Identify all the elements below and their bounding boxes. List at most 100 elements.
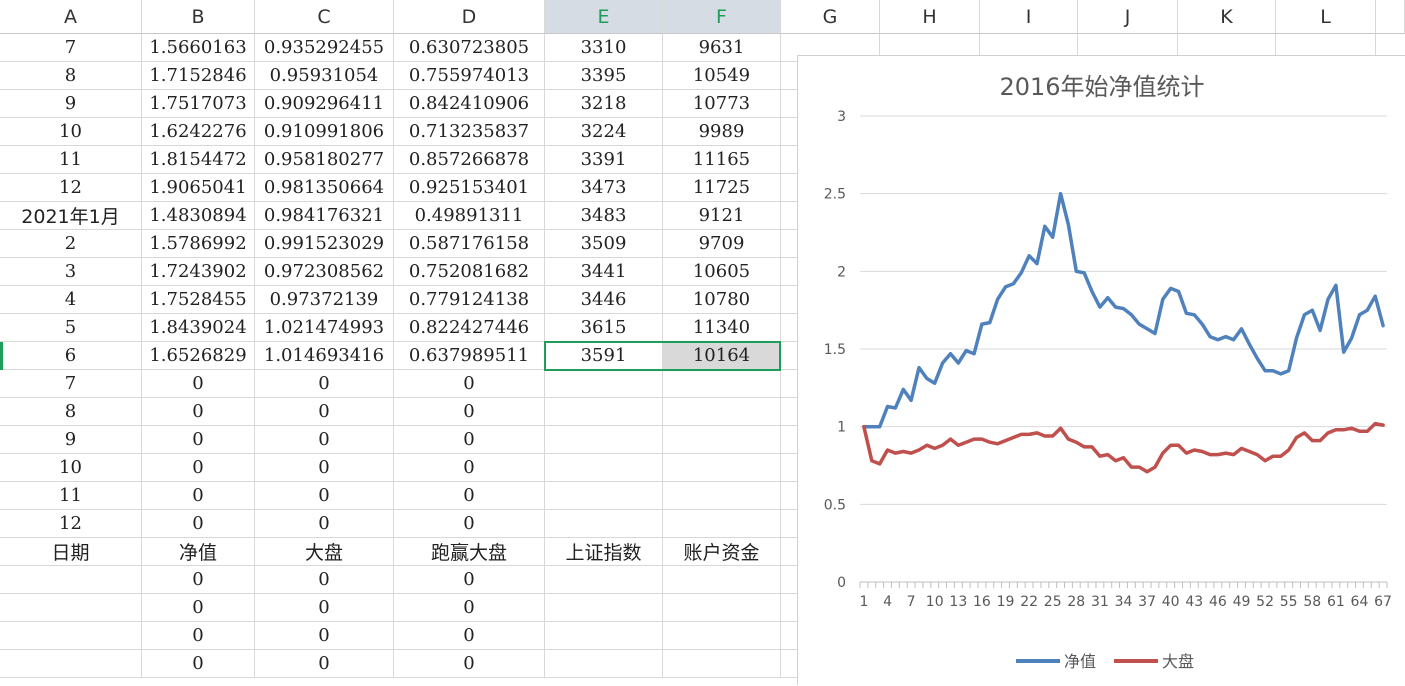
cell-f-21[interactable] [663,594,781,622]
cell-d-22[interactable]: 0 [394,622,545,650]
cell-b-10[interactable]: 1.7528455 [142,286,255,314]
column-header-k[interactable]: K [1178,0,1276,34]
cell-a-19[interactable]: 日期 [0,538,142,566]
cell-a-18[interactable]: 12 [0,510,142,538]
cell-b-2[interactable]: 1.7152846 [142,62,255,90]
cell-f-7[interactable]: 9121 [663,202,781,230]
cell-c-13[interactable]: 0 [255,370,394,398]
cell-c-3[interactable]: 0.909296411 [255,90,394,118]
cell-d-1[interactable]: 0.630723805 [394,34,545,62]
cell-f-18[interactable] [663,510,781,538]
cell-e-19[interactable]: 上证指数 [545,538,663,566]
cell-a-5[interactable]: 11 [0,146,142,174]
cell-f-3[interactable]: 10773 [663,90,781,118]
cell-b-6[interactable]: 1.9065041 [142,174,255,202]
cell-d-11[interactable]: 0.822427446 [394,314,545,342]
cell-c-9[interactable]: 0.972308562 [255,258,394,286]
cell-e-21[interactable] [545,594,663,622]
cell-a-4[interactable]: 10 [0,118,142,146]
cell-f-16[interactable] [663,454,781,482]
cell-a-15[interactable]: 9 [0,426,142,454]
cell-c-14[interactable]: 0 [255,398,394,426]
column-header-a[interactable]: A [0,0,142,34]
cell-d-14[interactable]: 0 [394,398,545,426]
cell-d-21[interactable]: 0 [394,594,545,622]
cell-f-15[interactable] [663,426,781,454]
cell-b-12[interactable]: 1.6526829 [142,342,255,370]
cell-b-14[interactable]: 0 [142,398,255,426]
cell-e-14[interactable] [545,398,663,426]
cell-a-8[interactable]: 2 [0,230,142,258]
cell-c-10[interactable]: 0.97372139 [255,286,394,314]
column-header-j[interactable]: J [1078,0,1178,34]
cell-e-10[interactable]: 3446 [545,286,663,314]
cell-f-5[interactable]: 11165 [663,146,781,174]
column-header-b[interactable]: B [142,0,255,34]
cell-c-5[interactable]: 0.958180277 [255,146,394,174]
cell-c-21[interactable]: 0 [255,594,394,622]
cell-a-9[interactable]: 3 [0,258,142,286]
cell-f-19[interactable]: 账户资金 [663,538,781,566]
cell-d-19[interactable]: 跑赢大盘 [394,538,545,566]
cell-c-1[interactable]: 0.935292455 [255,34,394,62]
cell-c-18[interactable]: 0 [255,510,394,538]
cell-a-13[interactable]: 7 [0,370,142,398]
cell-f-4[interactable]: 9989 [663,118,781,146]
cell-f-8[interactable]: 9709 [663,230,781,258]
cell-e-9[interactable]: 3441 [545,258,663,286]
cell-b-11[interactable]: 1.8439024 [142,314,255,342]
cell-b-17[interactable]: 0 [142,482,255,510]
cell-c-23[interactable]: 0 [255,650,394,678]
cell-b-5[interactable]: 1.8154472 [142,146,255,174]
cell-b-19[interactable]: 净值 [142,538,255,566]
cell-a-20[interactable] [0,566,142,594]
cell-e-1[interactable]: 3310 [545,34,663,62]
cell-b-13[interactable]: 0 [142,370,255,398]
column-header-i[interactable]: I [980,0,1078,34]
cell-a-22[interactable] [0,622,142,650]
cell-d-9[interactable]: 0.752081682 [394,258,545,286]
column-header-f[interactable]: F [663,0,781,34]
cell-a-3[interactable]: 9 [0,90,142,118]
cell-c-11[interactable]: 1.021474993 [255,314,394,342]
cell-b-9[interactable]: 1.7243902 [142,258,255,286]
cell-a-1[interactable]: 7 [0,34,142,62]
cell-a-11[interactable]: 5 [0,314,142,342]
cell-f-11[interactable]: 11340 [663,314,781,342]
cell-e-2[interactable]: 3395 [545,62,663,90]
column-header-d[interactable]: D [394,0,545,34]
cell-e-17[interactable] [545,482,663,510]
cell-c-12[interactable]: 1.014693416 [255,342,394,370]
cell-b-23[interactable]: 0 [142,650,255,678]
cell-b-1[interactable]: 1.5660163 [142,34,255,62]
cell-a-17[interactable]: 11 [0,482,142,510]
cell-c-20[interactable]: 0 [255,566,394,594]
cell-a-2[interactable]: 8 [0,62,142,90]
cell-d-20[interactable]: 0 [394,566,545,594]
cell-d-4[interactable]: 0.713235837 [394,118,545,146]
cell-d-13[interactable]: 0 [394,370,545,398]
column-header-g[interactable]: G [781,0,880,34]
cell-f-22[interactable] [663,622,781,650]
cell-e-15[interactable] [545,426,663,454]
cell-d-17[interactable]: 0 [394,482,545,510]
cell-d-16[interactable]: 0 [394,454,545,482]
cell-b-8[interactable]: 1.5786992 [142,230,255,258]
cell-e-4[interactable]: 3224 [545,118,663,146]
cell-f-6[interactable]: 11725 [663,174,781,202]
column-header-h[interactable]: H [880,0,980,34]
cell-b-15[interactable]: 0 [142,426,255,454]
cell-b-18[interactable]: 0 [142,510,255,538]
cell-e-20[interactable] [545,566,663,594]
cell-d-15[interactable]: 0 [394,426,545,454]
cell-c-8[interactable]: 0.991523029 [255,230,394,258]
cell-e-6[interactable]: 3473 [545,174,663,202]
cell-c-16[interactable]: 0 [255,454,394,482]
cell-d-8[interactable]: 0.587176158 [394,230,545,258]
cell-e-8[interactable]: 3509 [545,230,663,258]
cell-d-12[interactable]: 0.637989511 [394,342,545,370]
cell-d-18[interactable]: 0 [394,510,545,538]
line-chart[interactable]: 2016年始净值统计 0 0.5 1 1.5 2 2.5 3 1 4 7 10 13 16 19 22 25 2… [797,55,1405,685]
cell-e-3[interactable]: 3218 [545,90,663,118]
cell-f-23[interactable] [663,650,781,678]
